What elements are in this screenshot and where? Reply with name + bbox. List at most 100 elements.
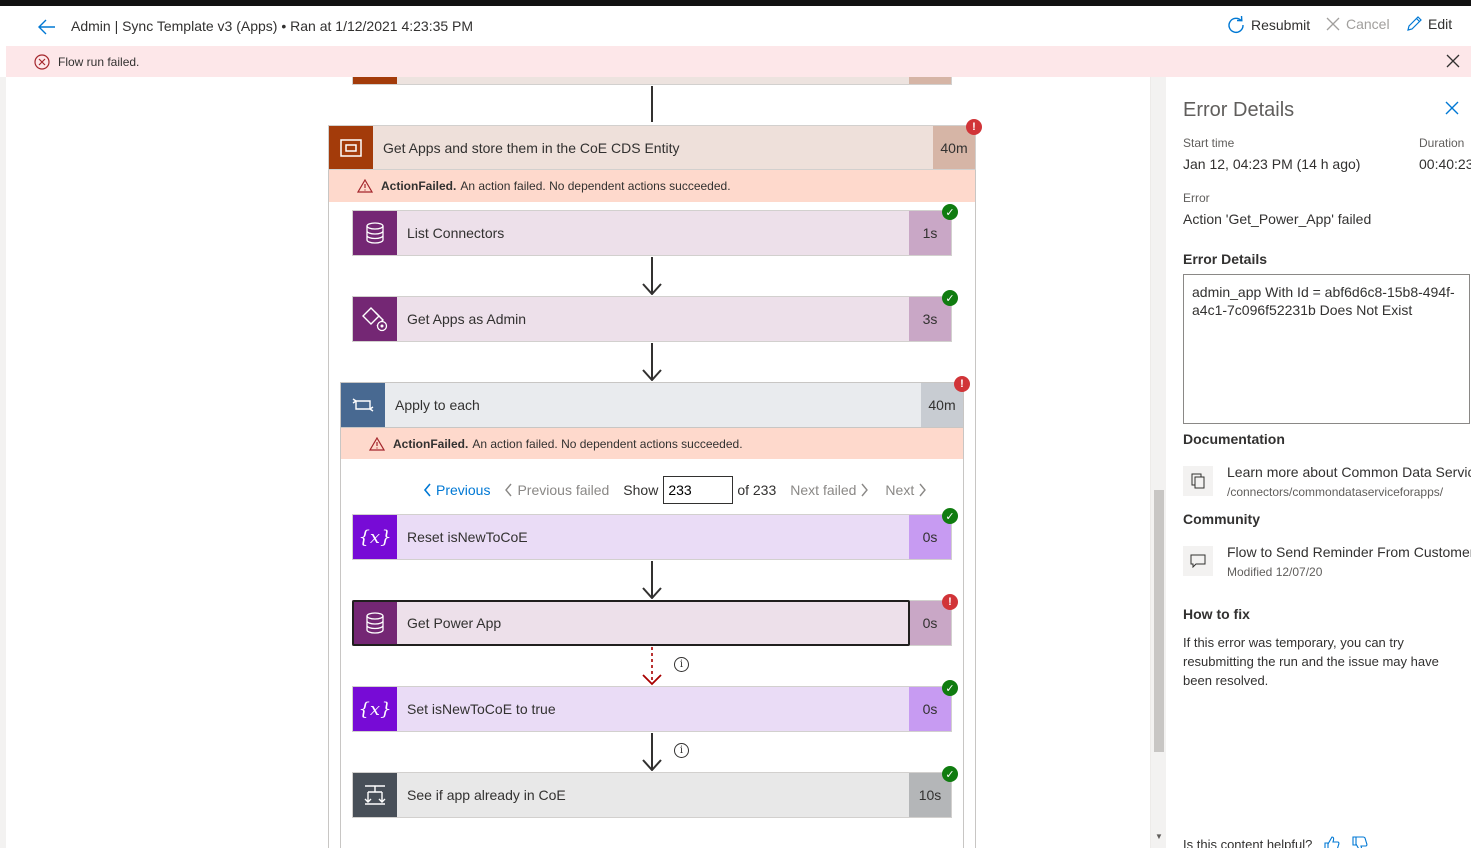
chat-icon xyxy=(1190,554,1206,568)
step-get-apps-as-admin[interactable]: Get Apps as Admin 3s xyxy=(352,296,952,342)
step-label: List Connectors xyxy=(407,225,505,241)
loop-label: Apply to each xyxy=(395,397,480,413)
pencil-icon xyxy=(1407,16,1422,31)
step-label: Reset isNewToCoE xyxy=(407,529,528,545)
document-icon xyxy=(1191,473,1205,489)
step-reset-isnewtocoe[interactable]: {x} Reset isNewToCoE 0s xyxy=(352,514,952,560)
scope-label: Get Apps and store them in the CoE CDS E… xyxy=(383,139,680,156)
next-button[interactable]: Next xyxy=(885,482,927,498)
next-failed-button[interactable]: Next failed xyxy=(790,482,869,498)
loop-error-strip: ActionFailed. An action failed. No depen… xyxy=(341,428,963,459)
arrow-down-icon xyxy=(642,283,662,295)
partial-top-card[interactable] xyxy=(352,77,952,85)
error-value: Action 'Get_Power_App' failed xyxy=(1183,211,1372,227)
step-see-if-app-in-coe[interactable]: See if app already in CoE 10s xyxy=(352,772,952,818)
loop-card[interactable]: Apply to each 40m xyxy=(340,382,964,428)
connector-arrow xyxy=(651,86,653,122)
close-icon[interactable] xyxy=(1445,101,1459,115)
error-details-panel: Error Details Start time Jan 12, 04:23 P… xyxy=(1167,77,1471,848)
community-link-modified: Modified 12/07/20 xyxy=(1227,565,1323,579)
scope-error-strip: ActionFailed. An action failed. No depen… xyxy=(329,170,975,202)
close-icon[interactable] xyxy=(1446,54,1460,68)
error-circle-icon xyxy=(34,54,50,70)
edit-button[interactable]: Edit xyxy=(1406,16,1452,32)
scope-card[interactable]: Get Apps and store them in the CoE CDS E… xyxy=(328,125,976,170)
step-get-power-app[interactable]: Get Power App 0s xyxy=(352,600,952,646)
success-badge-icon: ✓ xyxy=(942,680,958,696)
thumbs-down-icon[interactable] xyxy=(1352,836,1368,848)
error-banner: Flow run failed. xyxy=(6,46,1471,77)
info-icon[interactable]: i xyxy=(674,743,689,758)
warning-icon xyxy=(369,436,385,451)
success-badge-icon: ✓ xyxy=(942,204,958,220)
doc-link-icon-wrap xyxy=(1183,466,1213,496)
chevron-left-icon xyxy=(423,483,431,497)
community-link[interactable]: Flow to Send Reminder From Customer xyxy=(1227,544,1471,560)
step-set-isnewtocoe[interactable]: {x} Set isNewToCoE to true 0s xyxy=(352,686,952,732)
previous-label: Previous xyxy=(436,482,491,498)
database-icon xyxy=(366,222,384,244)
database-icon xyxy=(366,612,384,634)
start-time-value: Jan 12, 04:23 PM (14 h ago) xyxy=(1183,156,1361,172)
helpful-prompt: Is this content helpful? xyxy=(1183,836,1368,848)
info-icon[interactable]: i xyxy=(674,657,689,672)
resubmit-button[interactable]: Resubmit xyxy=(1227,16,1310,34)
arrow-down-icon xyxy=(642,587,662,599)
error-details-textarea[interactable]: admin_app With Id = abf6d6c8-15b8-494f-a… xyxy=(1183,274,1470,424)
duration-value: 00:40:23 xyxy=(1419,156,1471,172)
scrollbar-thumb[interactable] xyxy=(1154,490,1164,752)
warning-icon xyxy=(357,179,373,193)
step-list-connectors[interactable]: List Connectors 1s xyxy=(352,210,952,256)
loop-error-text: An action failed. No dependent actions s… xyxy=(472,436,743,451)
duration-label: Duration xyxy=(1419,136,1465,150)
cancel-label: Cancel xyxy=(1346,16,1390,32)
success-badge-icon: ✓ xyxy=(942,290,958,306)
of-total-label: of 233 xyxy=(737,482,777,498)
helpful-text: Is this content helpful? xyxy=(1183,836,1313,848)
community-heading: Community xyxy=(1183,511,1260,527)
scroll-down-icon[interactable]: ▼ xyxy=(1155,832,1163,841)
error-badge-icon: ! xyxy=(942,594,958,610)
fix-text: If this error was temporary, you can try… xyxy=(1183,635,1439,688)
iteration-pager: Previous Previous failed Show of 233 Nex… xyxy=(423,476,927,504)
page-title: Admin | Sync Template v3 (Apps) • Ran at… xyxy=(71,18,474,34)
error-badge-icon: ! xyxy=(954,376,970,392)
iteration-input[interactable] xyxy=(663,476,734,504)
chevron-right-icon xyxy=(861,483,869,497)
doc-link[interactable]: Learn more about Common Data Servic xyxy=(1227,464,1471,480)
arrow-down-icon xyxy=(642,759,662,771)
thumbs-up-icon[interactable] xyxy=(1324,836,1340,848)
loop-error-title: ActionFailed. xyxy=(393,436,469,451)
previous-failed-label: Previous failed xyxy=(517,482,610,498)
variable-icon: {x} xyxy=(358,698,392,720)
chevron-right-icon xyxy=(919,483,927,497)
resubmit-label: Resubmit xyxy=(1251,17,1311,33)
start-time-label: Start time xyxy=(1183,136,1235,150)
condition-icon xyxy=(364,785,386,805)
next-label: Next xyxy=(885,482,915,498)
doc-link-url: /connectors/commondataserviceforapps/ xyxy=(1227,485,1444,499)
step-label: Get Apps as Admin xyxy=(407,311,527,327)
previous-failed-button[interactable]: Previous failed xyxy=(504,482,609,498)
scope-icon xyxy=(340,138,362,157)
canvas-scrollbar[interactable]: ▼ xyxy=(1150,77,1166,848)
community-link-icon-wrap xyxy=(1183,546,1213,576)
step-label: Set isNewToCoE to true xyxy=(407,701,556,717)
chevron-left-icon xyxy=(505,483,513,497)
arrow-down-icon xyxy=(642,369,662,381)
panel-title: Error Details xyxy=(1183,99,1295,121)
fix-heading: How to fix xyxy=(1183,606,1250,622)
variable-icon: {x} xyxy=(358,526,392,548)
previous-button[interactable]: Previous xyxy=(423,482,490,498)
back-button[interactable] xyxy=(36,16,58,38)
success-badge-icon: ✓ xyxy=(942,766,958,782)
edit-label: Edit xyxy=(1428,16,1453,32)
run-header: Admin | Sync Template v3 (Apps) • Ran at… xyxy=(0,6,1471,46)
dashed-arrow-down-icon xyxy=(642,647,662,686)
success-badge-icon: ✓ xyxy=(942,508,958,524)
step-label: Get Power App xyxy=(407,615,502,631)
scope-error-text: An action failed. No dependent actions s… xyxy=(460,179,731,193)
cancel-button[interactable]: Cancel xyxy=(1326,16,1390,32)
loop-icon xyxy=(352,398,374,412)
refresh-icon xyxy=(1228,16,1244,34)
